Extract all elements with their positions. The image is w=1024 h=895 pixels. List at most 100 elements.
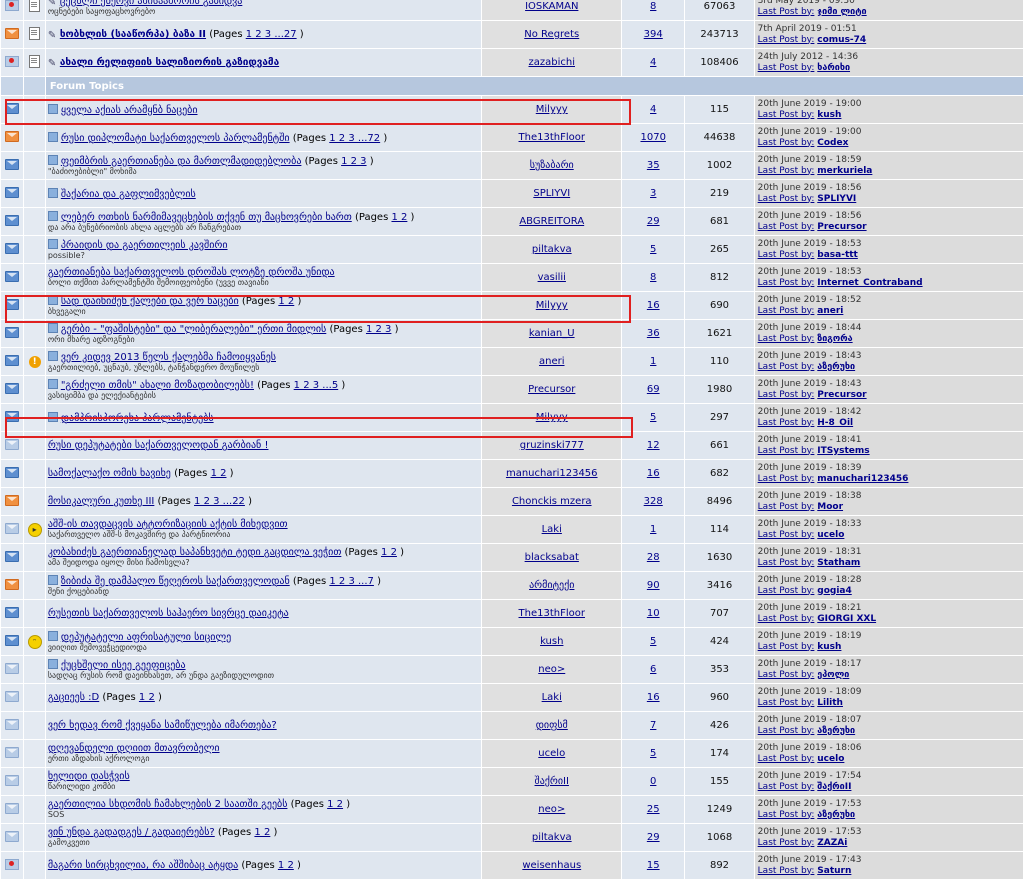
replies-link[interactable]: 8 [650, 272, 656, 283]
last-post-author-link[interactable]: ზიგორა [817, 334, 852, 344]
page-links[interactable]: 1 2 3 ...22 [194, 496, 245, 507]
last-post-author-link[interactable]: შაქრიII [817, 782, 851, 792]
last-post-author-link[interactable]: აზერუხი [817, 810, 855, 820]
topic-preview-icon[interactable] [47, 322, 58, 333]
last-post-by-label[interactable]: Last Post by: [758, 35, 815, 45]
replies-link[interactable]: 1 [650, 524, 656, 535]
last-post-author-link[interactable]: gogia4 [817, 586, 852, 596]
last-post-author-link[interactable]: merkuriela [817, 166, 872, 176]
last-post-by-label[interactable]: Last Post by: [758, 278, 815, 288]
topic-link[interactable]: გაციეეს :D [48, 692, 99, 703]
replies-link[interactable]: 90 [647, 580, 660, 591]
page-links[interactable]: 1 2 [211, 468, 227, 479]
replies-link[interactable]: 328 [644, 496, 663, 507]
replies-link[interactable]: 16 [647, 692, 660, 703]
topic-link[interactable]: გერბი - "ფაშისტები" და "ლიბერალები" ერთი… [61, 324, 326, 335]
topic-preview-icon[interactable] [47, 294, 58, 305]
topic-starter-link[interactable]: neo> [538, 664, 565, 675]
topic-preview-icon[interactable] [47, 411, 58, 422]
topic-starter-link[interactable]: piltakva [532, 244, 572, 255]
last-post-by-label[interactable]: Last Post by: [758, 754, 815, 764]
replies-link[interactable]: 5 [650, 244, 656, 255]
page-links[interactable]: 1 2 3 ...7 [329, 576, 374, 587]
topic-link[interactable]: პრაიდის და გაერთილეის კავშირი [61, 240, 228, 251]
page-links[interactable]: 1 2 [278, 860, 294, 871]
last-post-by-label[interactable]: Last Post by: [758, 502, 815, 512]
topic-starter-link[interactable]: Milyyy [536, 300, 568, 311]
last-post-author-link[interactable]: ucelo [817, 754, 844, 764]
topic-starter-link[interactable]: ucelo [538, 748, 565, 759]
page-links[interactable]: 1 2 [381, 547, 397, 558]
topic-link[interactable]: ფეიმბრის გაერთიანება და მართლმადიდებლობა [61, 156, 302, 167]
last-post-by-label[interactable]: Last Post by: [758, 222, 815, 232]
replies-link[interactable]: 10 [647, 608, 660, 619]
last-post-author-link[interactable]: Statham [817, 558, 860, 568]
topic-link[interactable]: ვინ უნდა გადადგეს / გადაიერებს? [48, 827, 215, 838]
replies-link[interactable]: 1 [650, 356, 656, 367]
topic-starter-link[interactable]: არმიტექი [529, 580, 574, 591]
topic-link[interactable]: სად დაინიშენ ქალები და ვერ ნაცები [61, 296, 239, 307]
last-post-author-link[interactable]: H-8_Oil [817, 418, 853, 428]
topic-link[interactable]: მოსიკალური კუთხე III [48, 496, 155, 507]
last-post-by-label[interactable]: Last Post by: [758, 726, 815, 736]
last-post-by-label[interactable]: Last Post by: [758, 642, 815, 652]
last-post-by-label[interactable]: Last Post by: [758, 138, 815, 148]
topic-starter-link[interactable]: Laki [542, 692, 562, 703]
topic-link[interactable]: დეპუტატელი აფრისატული სიცილე [61, 632, 231, 643]
replies-link[interactable]: 36 [647, 328, 660, 339]
topic-link[interactable]: ვერ ხედავ რომ ქვეყანა სამიწულება იმართებ… [48, 720, 277, 731]
replies-link[interactable]: 12 [647, 440, 660, 451]
topic-starter-link[interactable]: kanian_U [529, 328, 575, 339]
last-post-by-label[interactable]: Last Post by: [758, 390, 815, 400]
topic-starter-link[interactable]: aneri [539, 356, 565, 367]
topic-link[interactable]: გაერთილია სხდომის ჩამახლების 2 საათში გე… [48, 799, 288, 810]
last-post-author-link[interactable]: SPLIYVI [817, 194, 856, 204]
page-links[interactable]: 1 2 3 ...72 [329, 133, 380, 144]
topic-link[interactable]: ახალი რელიფიის სალიზიორის გაზიდვამა [60, 57, 279, 68]
topic-starter-link[interactable]: IOSKAMAN [525, 1, 578, 12]
replies-link[interactable]: 15 [647, 860, 660, 871]
page-links[interactable]: 1 2 3 [366, 324, 391, 335]
topic-starter-link[interactable]: SPLIYVI [533, 188, 570, 199]
last-post-author-link[interactable]: Codex [817, 138, 848, 148]
topic-link[interactable]: ყველა აქიას არამყნბ ნაცები [61, 105, 198, 116]
topic-link[interactable]: "გრძელი თმის" ახალი მოზადობილებს! [61, 380, 254, 391]
topic-starter-link[interactable]: Precursor [528, 384, 575, 395]
last-post-by-label[interactable]: Last Post by: [758, 7, 815, 17]
topic-starter-link[interactable]: kush [540, 636, 563, 647]
last-post-by-label[interactable]: Last Post by: [758, 334, 815, 344]
replies-link[interactable]: 5 [650, 748, 656, 759]
topic-link[interactable]: ხელიდი დასჭვის [48, 771, 130, 782]
topic-link[interactable]: სამოქალაქო ომის ხავიხე [48, 468, 171, 479]
last-post-author-link[interactable]: kush [817, 110, 841, 120]
last-post-by-label[interactable]: Last Post by: [758, 670, 815, 680]
last-post-by-label[interactable]: Last Post by: [758, 63, 815, 73]
topic-link[interactable]: შაქარია და გაფლიმვებლის [61, 189, 196, 200]
topic-starter-link[interactable]: სუზაბარი [530, 160, 574, 171]
last-post-author-link[interactable]: აზერუხი [817, 726, 855, 736]
topic-preview-icon[interactable] [47, 630, 58, 641]
topic-preview-icon[interactable] [47, 131, 58, 142]
replies-link[interactable]: 8 [650, 1, 656, 12]
topic-starter-link[interactable]: The13thFloor [519, 132, 585, 143]
replies-link[interactable]: 25 [647, 804, 660, 815]
last-post-by-label[interactable]: Last Post by: [758, 446, 815, 456]
last-post-author-link[interactable]: აზერუხი [817, 362, 855, 372]
page-links[interactable]: 1 2 3 ...27 [246, 29, 297, 40]
replies-link[interactable]: 69 [647, 384, 660, 395]
last-post-by-label[interactable]: Last Post by: [758, 866, 815, 876]
replies-link[interactable]: 394 [644, 29, 663, 40]
last-post-by-label[interactable]: Last Post by: [758, 194, 815, 204]
topic-link[interactable]: გაერთიანება საქართველოს დროშას ლოტზე დრო… [48, 267, 335, 278]
page-links[interactable]: 1 2 3 [341, 156, 366, 167]
last-post-by-label[interactable]: Last Post by: [758, 586, 815, 596]
topic-starter-link[interactable]: Milyyy [536, 412, 568, 423]
topic-starter-link[interactable]: Laki [542, 524, 562, 535]
last-post-author-link[interactable]: ZAZAi [817, 838, 847, 848]
page-links[interactable]: 1 2 [391, 212, 407, 223]
last-post-by-label[interactable]: Last Post by: [758, 530, 815, 540]
topic-starter-link[interactable]: blacksabat [525, 552, 579, 563]
replies-link[interactable]: 3 [650, 188, 656, 199]
last-post-by-label[interactable]: Last Post by: [758, 698, 815, 708]
replies-link[interactable]: 35 [647, 160, 660, 171]
